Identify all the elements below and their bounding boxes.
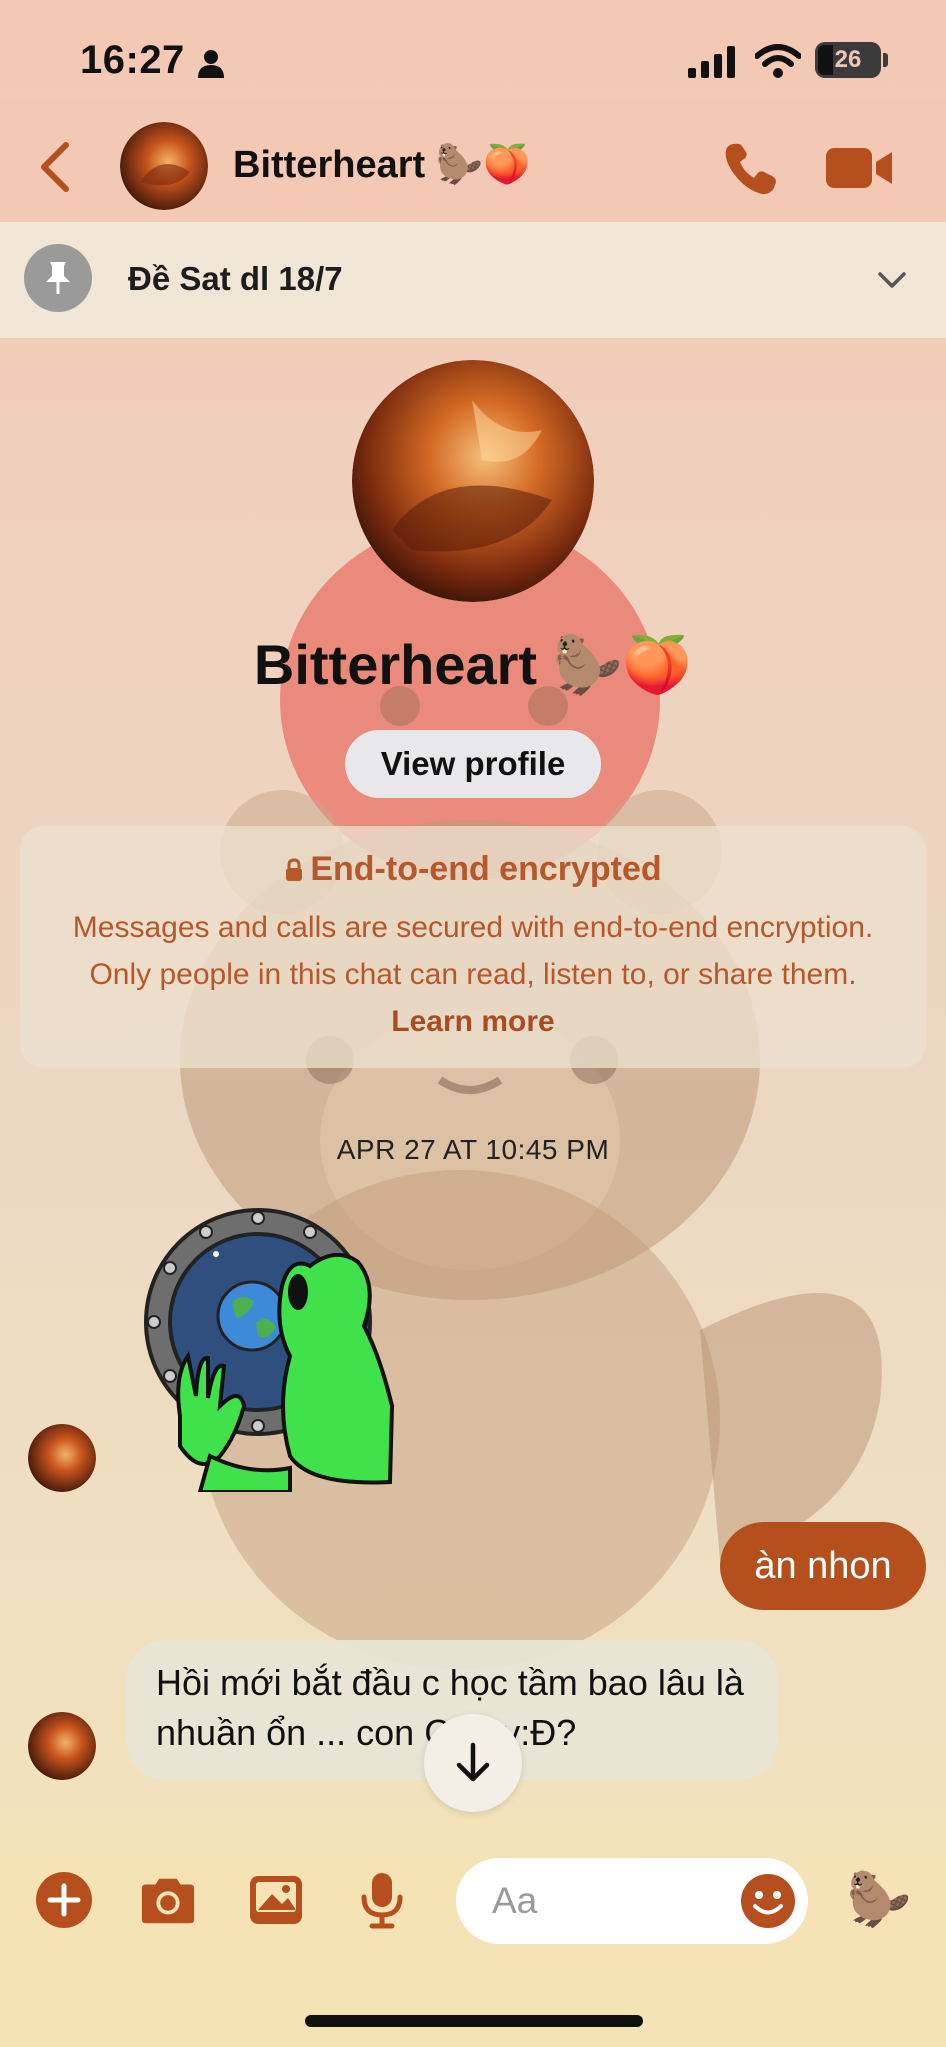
profile-photo[interactable] <box>352 360 594 602</box>
chevron-down-icon[interactable] <box>874 262 910 298</box>
phone-icon[interactable] <box>720 140 780 196</box>
battery-level: 26 <box>834 46 862 73</box>
pinned-message-text[interactable]: Đề Sat dl 18/7 <box>128 260 343 298</box>
message-input[interactable] <box>492 1872 722 1930</box>
cellular-signal-icon <box>688 46 735 78</box>
camera-icon[interactable] <box>138 1870 198 1930</box>
sender-avatar[interactable] <box>28 1712 96 1780</box>
encryption-title-text: End-to-end encrypted <box>310 850 662 888</box>
profile-name: Bitterheart 🦫🍑 <box>0 632 946 698</box>
message-timestamp: APR 27 AT 10:45 PM <box>336 1134 610 1165</box>
contact-name-emoji: 🦫🍑 <box>435 142 531 186</box>
beaver-sticker-icon[interactable]: 🦫 <box>846 1866 912 1932</box>
chevron-left-icon <box>41 142 69 192</box>
smiley-icon[interactable] <box>740 1873 796 1929</box>
encryption-body: Messages and calls are secured with end-… <box>48 904 898 1045</box>
profile-name-emoji: 🦫🍑 <box>552 633 693 698</box>
pin-icon <box>24 244 92 312</box>
contact-avatar[interactable] <box>120 122 208 210</box>
arrow-down-icon <box>456 1742 490 1782</box>
sender-avatar[interactable] <box>28 1424 96 1492</box>
view-profile-button[interactable]: View profile <box>345 730 601 798</box>
contact-name[interactable]: Bitterheart 🦫🍑 <box>233 142 530 187</box>
home-indicator <box>305 2015 643 2027</box>
plus-circle-icon[interactable] <box>34 1870 94 1930</box>
encryption-title: End-to-end encrypted <box>20 850 926 889</box>
outgoing-message-bubble[interactable]: àn nhon <box>720 1522 926 1610</box>
battery-icon: 26 <box>815 42 881 78</box>
learn-more-link[interactable]: Learn more <box>391 1005 554 1038</box>
profile-name-text: Bitterheart <box>253 633 538 696</box>
person-icon <box>198 50 224 78</box>
back-button[interactable] <box>30 137 80 197</box>
encryption-body-text: Messages and calls are secured with end-… <box>72 911 874 991</box>
contact-name-text: Bitterheart <box>233 144 426 186</box>
image-icon[interactable] <box>246 1870 306 1930</box>
wifi-icon <box>755 44 801 78</box>
alien-earth-sticker[interactable] <box>140 1206 400 1492</box>
video-camera-icon[interactable] <box>826 146 894 190</box>
status-time: 16:27 <box>80 38 185 82</box>
scroll-to-bottom-button[interactable] <box>424 1714 522 1812</box>
microphone-icon[interactable] <box>352 1870 412 1930</box>
battery-cap <box>883 53 888 67</box>
lock-icon <box>286 858 303 881</box>
